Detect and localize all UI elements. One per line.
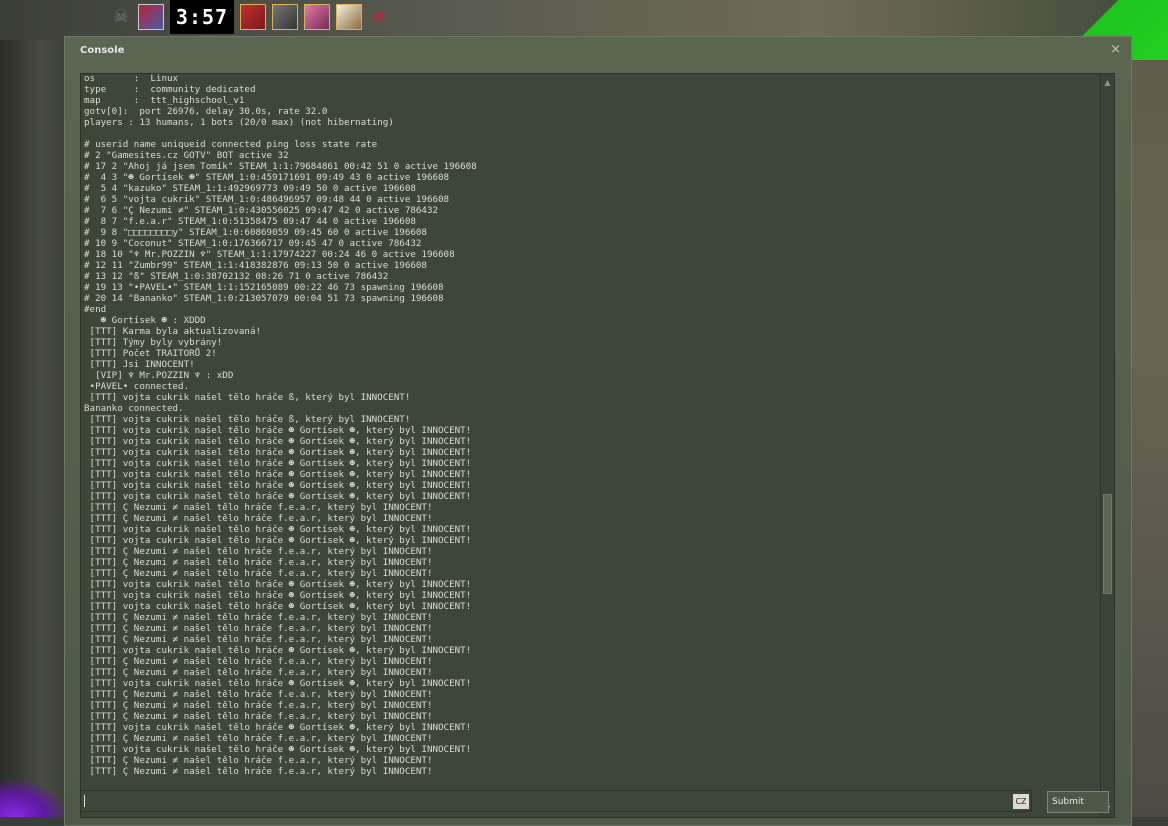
command-input[interactable] xyxy=(83,792,1015,810)
log-line: # 17 2 "Ahoj já jsem Tomík" STEAM_1:1:79… xyxy=(84,161,477,172)
log-line: [TTT] Ç Nezumi ≠ našel tělo hráče f.e.a.… xyxy=(84,755,433,766)
log-line: # 9 8 "□□□□□□□□y" STEAM_1:0:60869059 09:… xyxy=(84,227,427,238)
submit-button[interactable]: Submit xyxy=(1047,791,1109,813)
log-line: [TTT] vojta cukrik našel tělo hráče ☻ Go… xyxy=(84,469,472,480)
log-line: [TTT] Ç Nezumi ≠ našel tělo hráče f.e.a.… xyxy=(84,733,433,744)
log-line: [TTT] vojta cukrik našel tělo hráče ☻ Go… xyxy=(84,590,472,601)
player-avatar xyxy=(336,4,362,30)
log-line: [TTT] vojta cukrik našel tělo hráče ☻ Go… xyxy=(84,491,472,502)
log-line: [VIP] ♆ Mr.POZZIN ♆ : xDD xyxy=(84,370,234,381)
log-line: [TTT] Týmy byly vybrány! xyxy=(84,337,223,348)
log-line: # 2 "Gamesites.cz GOTV" BOT active 32 xyxy=(84,150,289,161)
log-line: [TTT] vojta cukrik našel tělo hráče ☻ Go… xyxy=(84,722,472,733)
scroll-up-icon[interactable]: ▲ xyxy=(1101,76,1114,89)
log-line: os : Linux xyxy=(84,73,179,84)
log-line: [TTT] vojta cukrik našel tělo hráče ☻ Go… xyxy=(84,524,472,535)
log-line: [TTT] Ç Nezumi ≠ našel tělo hráče f.e.a.… xyxy=(84,568,433,579)
log-line: map : ttt_highschool_v1 xyxy=(84,95,245,106)
log-line: # 5 4 "kazuko" STEAM_1:1:492969773 09:49… xyxy=(84,183,416,194)
log-line: [TTT] vojta cukrik našel tělo hráče ☻ Go… xyxy=(84,535,472,546)
log-line: [TTT] vojta cukrik našel tělo hráče ☻ Go… xyxy=(84,447,472,458)
console-log-text: os : Linux type : community dedicated map … xyxy=(84,73,1094,777)
log-line: [TTT] Ç Nezumi ≠ našel tělo hráče f.e.a.… xyxy=(84,612,433,623)
log-line: players : 13 humans, 1 bots (20/0 max) (… xyxy=(84,117,394,128)
log-line: [TTT] vojta cukrik našel tělo hráče ☻ Go… xyxy=(84,458,472,469)
log-line: [TTT] Ç Nezumi ≠ našel tělo hráče f.e.a.… xyxy=(84,557,433,568)
log-line: [TTT] Ç Nezumi ≠ našel tělo hráče f.e.a.… xyxy=(84,502,433,513)
console-log[interactable]: os : Linux type : community dedicated map … xyxy=(80,73,1115,818)
console-scrollbar[interactable]: ▲ ▼ xyxy=(1100,74,1114,817)
log-line: •PAVEL• connected. xyxy=(84,381,190,392)
player-avatar xyxy=(304,4,330,30)
log-line: # 20 14 "Bananko" STEAM_1:0:213057079 00… xyxy=(84,293,444,304)
close-icon[interactable]: × xyxy=(1110,43,1121,56)
log-line: [TTT] vojta cukrik našel tělo hráče ☻ Go… xyxy=(84,645,472,656)
log-line: [TTT] Karma byla aktualizovaná! xyxy=(84,326,262,337)
player-avatar xyxy=(138,4,164,30)
purple-object xyxy=(0,777,70,817)
log-line: [TTT] Ç Nezumi ≠ našel tělo hráče f.e.a.… xyxy=(84,766,433,777)
log-line: [TTT] Ç Nezumi ≠ našel tělo hráče f.e.a.… xyxy=(84,623,433,634)
log-line: [TTT] vojta cukrik našel tělo hráče ☻ Go… xyxy=(84,436,472,447)
log-line: #end xyxy=(84,304,107,315)
log-line: [TTT] Jsi INNOCENT! xyxy=(84,359,195,370)
log-line: [TTT] vojta cukrik našel tělo hráče ☻ Go… xyxy=(84,579,472,590)
log-line: # 8 7 "f.e.a.r" STEAM_1:0:51358475 09:47… xyxy=(84,216,416,227)
skull-icon: ☠ xyxy=(112,6,130,27)
log-line: # 13 12 "ß" STEAM_1:0:38702132 08:26 71 … xyxy=(84,271,389,282)
log-line: # 10 9 "Coconut" STEAM_1:0:176366717 09:… xyxy=(84,238,422,249)
game-background-right xyxy=(1128,0,1168,817)
player-avatar xyxy=(240,4,266,30)
log-line: [TTT] Ç Nezumi ≠ našel tělo hráče f.e.a.… xyxy=(84,634,433,645)
log-line: [TTT] Ç Nezumi ≠ našel tělo hráče f.e.a.… xyxy=(84,656,433,667)
log-line: [TTT] vojta cukrik našel tělo hráče ☻ Go… xyxy=(84,601,472,612)
log-line: [TTT] vojta cukrik našel tělo hráče ß, k… xyxy=(84,392,411,403)
log-line: gotv[0]: port 26976, delay 30.0s, rate 3… xyxy=(84,106,328,117)
log-line: [TTT] vojta cukrik našel tělo hráče ß, k… xyxy=(84,414,411,425)
log-line: Bananko connected. xyxy=(84,403,184,414)
skull-icon: ☠ xyxy=(370,6,388,27)
log-line: type : community dedicated xyxy=(84,84,256,95)
log-line: [TTT] Ç Nezumi ≠ našel tělo hráče f.e.a.… xyxy=(84,513,433,524)
log-line: [TTT] vojta cukrik našel tělo hráče ☻ Go… xyxy=(84,678,472,689)
log-line: [TTT] vojta cukrik našel tělo hráče ☻ Go… xyxy=(84,744,472,755)
log-line: [TTT] Počet TRAITORŮ 2! xyxy=(84,348,217,359)
log-line: [TTT] Ç Nezumi ≠ našel tělo hráče f.e.a.… xyxy=(84,667,433,678)
language-indicator: CZ xyxy=(1013,794,1029,809)
log-line: # 19 13 "•PAVEL•" STEAM_1:1:152165089 00… xyxy=(84,282,444,293)
console-titlebar[interactable]: Console × xyxy=(65,37,1131,63)
log-line: # 6 5 "vojta cukrik" STEAM_1:0:486496957… xyxy=(84,194,450,205)
log-line: # userid name uniqueid connected ping lo… xyxy=(84,139,378,150)
command-input-box[interactable]: CZ xyxy=(80,790,1032,812)
log-line: # 18 10 "♆ Mr.POZZIN ♆" STEAM_1:1:179742… xyxy=(84,249,455,260)
log-line: ☻ Gortísek ☻ : XDDD xyxy=(84,315,206,326)
log-line: [TTT] Ç Nezumi ≠ našel tělo hráče f.e.a.… xyxy=(84,689,433,700)
scroll-thumb[interactable] xyxy=(1103,494,1112,594)
log-line: # 7 6 "Ç Nezumi ≠" STEAM_1:0:430556025 0… xyxy=(84,205,439,216)
log-line: # 4 3 "☻ Gortísek ☻" STEAM_1:0:459171691… xyxy=(84,172,450,183)
round-timer: 3:57 xyxy=(170,0,234,34)
hud-bar: ☠ 3:57 ☠ xyxy=(110,0,390,34)
player-avatar xyxy=(272,4,298,30)
log-line: [TTT] vojta cukrik našel tělo hráče ☻ Go… xyxy=(84,480,472,491)
log-line: [TTT] vojta cukrik našel tělo hráče ☻ Go… xyxy=(84,425,472,436)
log-line: [TTT] Ç Nezumi ≠ našel tělo hráče f.e.a.… xyxy=(84,700,433,711)
game-background-left xyxy=(0,0,70,817)
log-line: # 12 11 "Zumbr99" STEAM_1:1:418382876 09… xyxy=(84,260,427,271)
log-line: [TTT] Ç Nezumi ≠ našel tělo hráče f.e.a.… xyxy=(84,711,433,722)
log-line: [TTT] Ç Nezumi ≠ našel tělo hráče f.e.a.… xyxy=(84,546,433,557)
console-window: Console × os : Linux type : community ded… xyxy=(64,36,1132,826)
console-title: Console xyxy=(80,45,125,56)
